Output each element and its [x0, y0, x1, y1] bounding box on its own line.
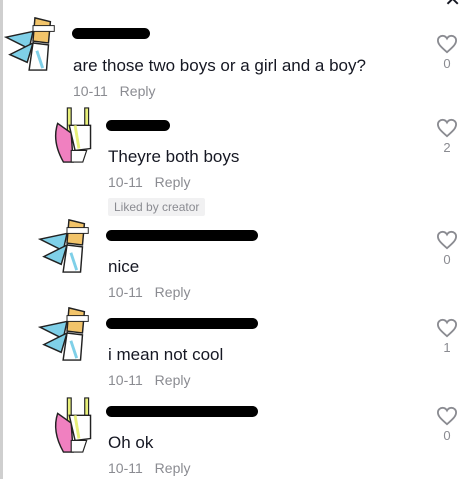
like-count: 1: [443, 340, 451, 355]
comment-text: Theyre both boys: [108, 147, 240, 166]
avatar[interactable]: [48, 106, 106, 164]
comment-meta: 10-11 Reply: [108, 174, 190, 190]
username-redacted: [106, 406, 258, 417]
username-redacted: [106, 120, 170, 131]
avatar[interactable]: [38, 216, 96, 274]
comment-text: Oh ok: [108, 433, 154, 452]
comment-text: nice: [108, 257, 140, 276]
heart-icon[interactable]: [436, 34, 458, 54]
heart-icon[interactable]: [436, 318, 458, 338]
username-redacted: [72, 28, 150, 39]
like-column: 0: [435, 230, 459, 267]
heart-icon[interactable]: [436, 406, 458, 426]
reply-button[interactable]: Reply: [155, 372, 191, 388]
username-redacted: [106, 230, 258, 241]
comment-meta: 10-11 Reply: [108, 284, 190, 300]
like-column: 0: [435, 34, 459, 71]
comment-date: 10-11: [108, 372, 143, 388]
comment-date: 10-11: [108, 284, 143, 300]
avatar[interactable]: [48, 396, 106, 454]
reply-button[interactable]: Reply: [155, 284, 191, 300]
comment-date: 10-11: [108, 460, 143, 476]
username-redacted: [106, 318, 258, 329]
comment-text: i mean not cool: [108, 345, 224, 364]
close-icon[interactable]: ✕: [444, 0, 461, 10]
comment-text: are those two boys or a girl and a boy?: [73, 56, 366, 75]
comment-date: 10-11: [108, 174, 143, 190]
heart-icon[interactable]: [436, 230, 458, 250]
like-column: 1: [435, 318, 459, 355]
like-column: 2: [435, 118, 459, 155]
liked-by-creator-badge: Liked by creator: [108, 198, 206, 216]
like-count: 0: [443, 56, 451, 71]
reply-button[interactable]: Reply: [155, 460, 191, 476]
like-count: 0: [443, 428, 451, 443]
reply-button[interactable]: Reply: [155, 174, 191, 190]
comment-date: 10-11: [73, 83, 108, 99]
thread-divider-line: [0, 0, 3, 479]
avatar[interactable]: [38, 304, 96, 362]
comment-meta: 10-11 Reply: [73, 83, 155, 99]
avatar[interactable]: [4, 14, 62, 72]
heart-icon[interactable]: [436, 118, 458, 138]
like-count: 0: [443, 252, 451, 267]
like-column: 0: [435, 406, 459, 443]
like-count: 2: [443, 140, 451, 155]
reply-button[interactable]: Reply: [120, 83, 156, 99]
comment-meta: 10-11 Reply: [108, 372, 190, 388]
comment-meta: 10-11 Reply: [108, 460, 190, 476]
